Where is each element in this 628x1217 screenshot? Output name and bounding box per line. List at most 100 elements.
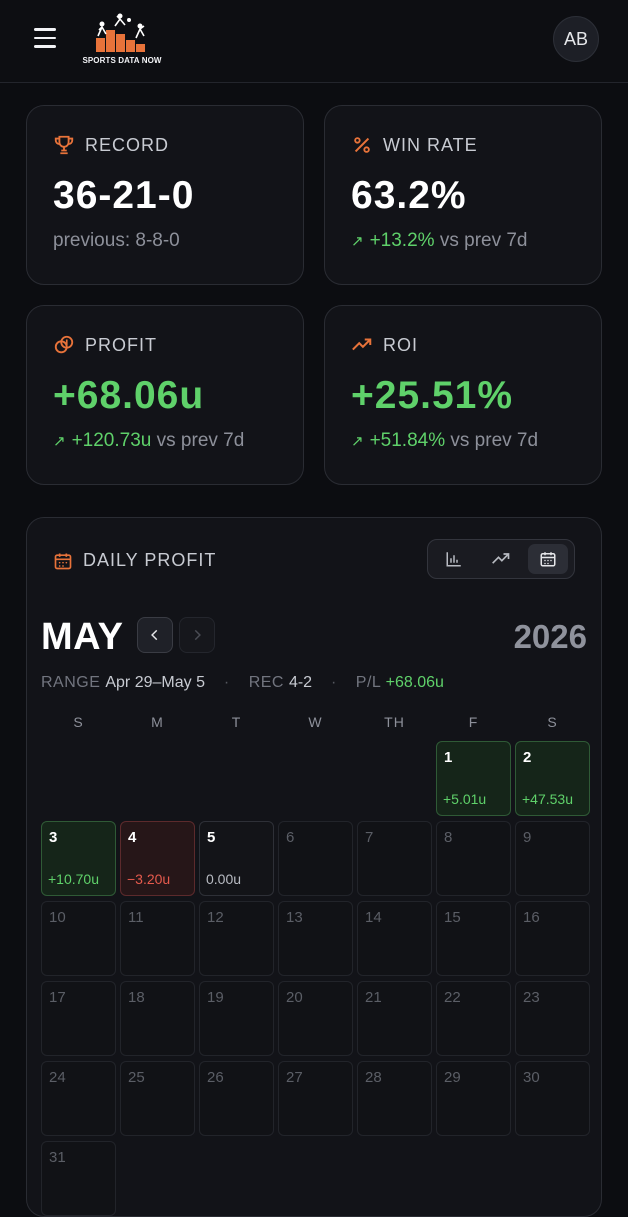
weekday-label: TH: [384, 714, 405, 730]
daily-profit-title: DAILY PROFIT: [53, 550, 216, 571]
calendar-icon: [540, 552, 556, 567]
day-number: 3: [49, 829, 58, 846]
calendar-day[interactable]: 15: [436, 901, 511, 976]
day-number: 23: [523, 989, 540, 1006]
calendar-day[interactable]: 25: [120, 1061, 195, 1136]
calendar-day[interactable]: 18: [120, 981, 195, 1056]
day-number: 20: [286, 989, 303, 1006]
line-chart-view-button[interactable]: [481, 544, 521, 574]
calendar-day[interactable]: 28: [357, 1061, 432, 1136]
trending-up-icon: [352, 338, 372, 351]
day-number: 28: [365, 1069, 382, 1086]
arrow-up-right-icon: ↗: [351, 233, 364, 250]
day-number: 19: [207, 989, 224, 1006]
calendar-day[interactable]: 8: [436, 821, 511, 896]
logo[interactable]: SPORTS DATA NOW: [82, 12, 162, 68]
day-number: 22: [444, 989, 461, 1006]
day-number: 15: [444, 909, 461, 926]
day-number: 29: [444, 1069, 461, 1086]
day-number: 27: [286, 1069, 303, 1086]
record-value: 36-21-0: [53, 174, 195, 217]
percent-icon: [354, 137, 370, 153]
day-profit: +5.01u: [443, 791, 487, 807]
calendar-day[interactable]: 10: [41, 901, 116, 976]
calendar-day[interactable]: 21: [357, 981, 432, 1056]
bar-chart-icon: [446, 552, 461, 567]
day-number: 21: [365, 989, 382, 1006]
calendar-day[interactable]: 13: [278, 901, 353, 976]
calendar-day[interactable]: 30: [515, 1061, 590, 1136]
calendar-icon: [54, 553, 72, 569]
roi-delta: ↗ +51.84% vs prev 7d: [351, 430, 539, 451]
weekday-label: T: [231, 714, 242, 730]
day-number: 26: [207, 1069, 224, 1086]
calendar-day[interactable]: 14: [357, 901, 432, 976]
calendar-day[interactable]: 9: [515, 821, 590, 896]
day-number: 13: [286, 909, 303, 926]
day-number: 16: [523, 909, 540, 926]
win-rate-label: WIN RATE: [351, 134, 478, 156]
day-number: 24: [49, 1069, 66, 1086]
day-number: 6: [286, 829, 295, 846]
roi-value: +25.51%: [351, 374, 514, 417]
calendar-day[interactable]: 19: [199, 981, 274, 1056]
calendar-day[interactable]: 22: [436, 981, 511, 1056]
prev-month-button[interactable]: [137, 617, 173, 653]
day-number: 30: [523, 1069, 540, 1086]
record-card: RECORD 36-21-0 previous: 8-8-0: [26, 105, 304, 285]
calendar-day[interactable]: 16: [515, 901, 590, 976]
day-number: 10: [49, 909, 66, 926]
calendar-day[interactable]: 24: [41, 1061, 116, 1136]
calendar-day[interactable]: 11: [120, 901, 195, 976]
weekday-label: S: [73, 714, 84, 730]
bar-chart-view-button[interactable]: [434, 544, 474, 574]
day-number: 11: [128, 909, 144, 926]
day-number: 1: [444, 749, 453, 766]
rec-value: 4-2: [288, 674, 313, 691]
calendar-day[interactable]: 27: [278, 1061, 353, 1136]
avatar[interactable]: AB: [553, 16, 599, 62]
weekday-label: S: [547, 714, 558, 730]
calendar-day[interactable]: 7: [357, 821, 432, 896]
weekday-label: F: [468, 714, 479, 730]
calendar-day[interactable]: 12: [199, 901, 274, 976]
day-number: 17: [49, 989, 66, 1006]
day-number: 31: [49, 1149, 66, 1166]
calendar-view-button[interactable]: [528, 544, 568, 574]
calendar-day[interactable]: 23: [515, 981, 590, 1056]
day-profit: 0.00u: [206, 871, 242, 887]
coins-icon: [54, 335, 74, 354]
logo-text: SPORTS DATA NOW: [82, 56, 162, 65]
calendar-day[interactable]: 20: [278, 981, 353, 1056]
arrow-up-right-icon: ↗: [351, 433, 364, 450]
day-number: 9: [523, 829, 532, 846]
calendar-day[interactable]: 17: [41, 981, 116, 1056]
next-month-button[interactable]: [179, 617, 215, 653]
profit-value: +68.06u: [53, 374, 205, 417]
profit-delta: ↗ +120.73u vs prev 7d: [53, 430, 245, 451]
calendar-day[interactable]: 26: [199, 1061, 274, 1136]
day-number: 8: [444, 829, 453, 846]
roi-label: ROI: [351, 334, 418, 356]
year-label: 2026: [513, 618, 587, 655]
day-number: 7: [365, 829, 374, 846]
trending-up-icon: [492, 553, 510, 564]
record-label: RECORD: [53, 134, 169, 156]
calendar-day[interactable]: 6: [278, 821, 353, 896]
calendar-day[interactable]: 31: [41, 1141, 116, 1216]
menu-button[interactable]: [34, 28, 56, 48]
month-label: MAY: [41, 616, 124, 658]
calendar-day[interactable]: 1 +5.01u: [436, 741, 511, 816]
calendar-day[interactable]: 4 −3.20u: [120, 821, 195, 896]
view-toggle: [427, 539, 575, 579]
calendar-day[interactable]: 5 0.00u: [199, 821, 274, 896]
calendar-day[interactable]: 29: [436, 1061, 511, 1136]
daily-profit-card: DAILY PROFIT MAY 2026 RANGE Apr 29–May 5…: [26, 517, 602, 1217]
roi-card: ROI +25.51% ↗ +51.84% vs prev 7d: [324, 305, 602, 485]
arrow-up-right-icon: ↗: [53, 433, 66, 450]
calendar-day[interactable]: 3 +10.70u: [41, 821, 116, 896]
weekday-label: M: [151, 714, 164, 730]
day-profit: −3.20u: [127, 871, 171, 887]
top-bar: SPORTS DATA NOW AB: [0, 0, 628, 83]
calendar-day[interactable]: 2 +47.53u: [515, 741, 590, 816]
